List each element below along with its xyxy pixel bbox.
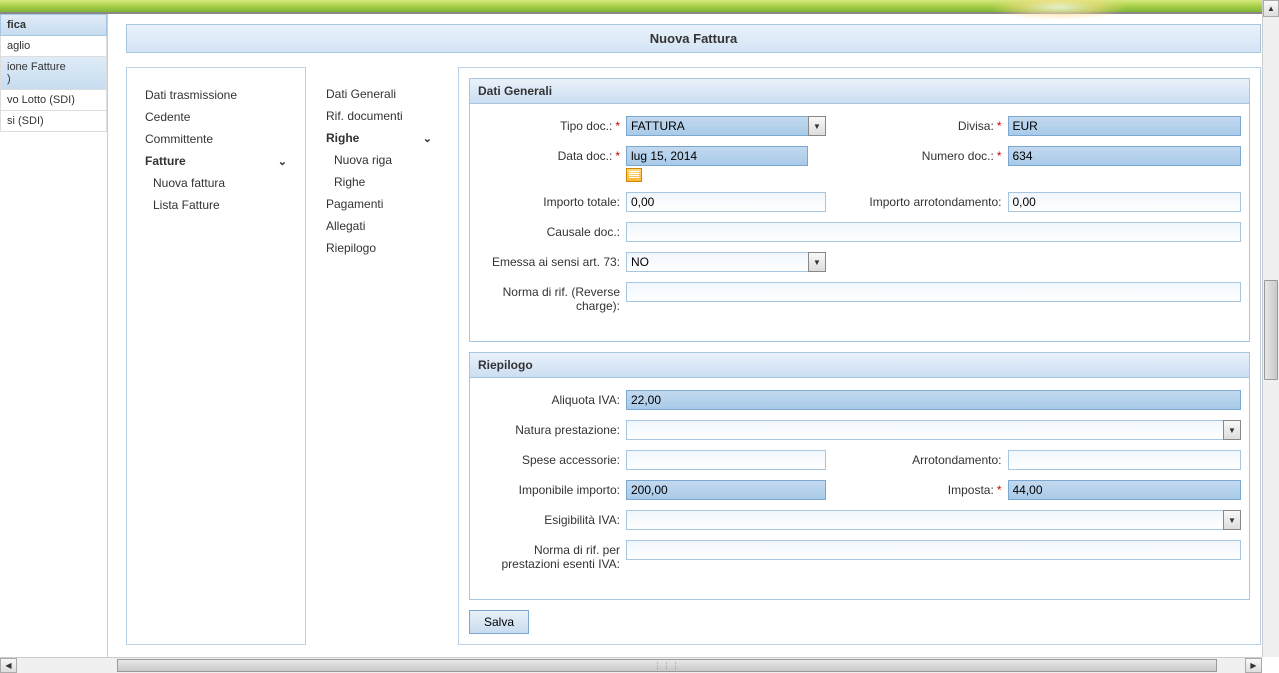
input-emessa[interactable] [626,252,809,272]
nav-pagamenti[interactable]: Pagamenti [326,193,432,215]
vertical-scrollbar[interactable]: ▲ [1262,0,1279,657]
input-importo-totale[interactable] [626,192,826,212]
sidebar-item[interactable]: ione Fatture) [0,57,107,90]
sidebar-item[interactable]: vo Lotto (SDI) [0,90,107,111]
input-imponibile[interactable] [626,480,826,500]
nav-box-1: Dati trasmissione Cedente Committente Fa… [126,67,306,645]
input-arrot[interactable] [1008,450,1242,470]
label-causale: Causale doc.: [478,222,626,239]
sidebar-item[interactable]: aglio [0,36,107,57]
nav-dati-generali[interactable]: Dati Generali [326,83,432,105]
nav-dati-trasmissione[interactable]: Dati trasmissione [145,84,287,106]
save-button[interactable]: Salva [469,610,529,634]
nav-righe-list[interactable]: Righe [334,171,432,193]
scrollbar-thumb[interactable] [1264,280,1278,380]
dropdown-arrow-icon[interactable]: ▼ [1223,420,1241,440]
chevron-down-icon: ⌄ [278,155,287,168]
input-divisa[interactable] [1008,116,1242,136]
calendar-icon[interactable] [626,168,642,182]
input-numero-doc[interactable] [1008,146,1242,166]
label-spese: Spese accessorie: [478,450,626,467]
label-norma-rif: Norma di rif. per prestazioni esenti IVA… [478,540,626,571]
label-imponibile: Imponibile importo: [478,480,626,497]
input-imposta[interactable] [1008,480,1242,500]
label-emessa: Emessa ai sensi art. 73: [478,252,626,269]
nav-lista-fatture[interactable]: Lista Fatture [153,194,287,216]
input-norma[interactable] [626,282,1241,302]
nav-committente[interactable]: Committente [145,128,287,150]
label-importo-arr: Importo arrotondamento: [860,192,1008,209]
input-norma-rif[interactable] [626,540,1241,560]
left-sidebar: fica aglio ione Fatture) vo Lotto (SDI) … [0,14,108,673]
label-aliquota: Aliquota IVA: [478,390,626,407]
panel-header: Riepilogo [470,353,1249,378]
scrollbar-thumb[interactable]: ⋮⋮⋮ [117,659,1217,672]
dropdown-arrow-icon[interactable]: ▼ [1223,510,1241,530]
panel-header: Dati Generali [470,79,1249,104]
label-numero-doc: Numero doc.:* [860,146,1008,163]
chevron-down-icon: ⌄ [423,132,432,145]
nav-fatture[interactable]: Fatture⌄ [145,150,287,172]
panel-dati-generali: Dati Generali Tipo doc.:* ▼ [469,78,1250,342]
label-importo-totale: Importo totale: [478,192,626,209]
input-esigibilita[interactable] [626,510,1224,530]
input-causale[interactable] [626,222,1241,242]
horizontal-scrollbar[interactable]: ◀ ⋮⋮⋮ ▶ [0,657,1262,673]
label-norma: Norma di rif. (Reverse charge): [478,282,626,313]
nav-nuova-fattura[interactable]: Nuova fattura [153,172,287,194]
label-natura: Natura prestazione: [478,420,626,437]
input-importo-arr[interactable] [1008,192,1242,212]
scroll-right-icon[interactable]: ▶ [1245,658,1262,673]
sidebar-header: fica [0,14,107,36]
top-gradient-bar [0,0,1279,14]
label-divisa: Divisa:* [860,116,1008,133]
input-spese[interactable] [626,450,826,470]
nav-riepilogo[interactable]: Riepilogo [326,237,432,259]
label-esigibilita: Esigibilità IVA: [478,510,626,527]
label-arrot: Arrotondamento: [860,450,1008,467]
nav-box-2: Dati Generali Rif. documenti Righe⌄ Nuov… [322,67,442,645]
nav-rif-documenti[interactable]: Rif. documenti [326,105,432,127]
scroll-up-icon[interactable]: ▲ [1263,0,1279,17]
label-tipo-doc: Tipo doc.:* [478,116,626,133]
input-tipo-doc[interactable] [626,116,809,136]
nav-allegati[interactable]: Allegati [326,215,432,237]
nav-nuova-riga[interactable]: Nuova riga [334,149,432,171]
form-area: Dati Generali Tipo doc.:* ▼ [458,67,1261,645]
page-title: Nuova Fattura [126,24,1261,53]
input-data-doc[interactable] [626,146,808,166]
input-natura[interactable] [626,420,1224,440]
input-aliquota[interactable] [626,390,1241,410]
dropdown-arrow-icon[interactable]: ▼ [808,252,826,272]
nav-cedente[interactable]: Cedente [145,106,287,128]
panel-riepilogo: Riepilogo Aliquota IVA: Natura prestazio… [469,352,1250,600]
sidebar-item[interactable]: si (SDI) [0,111,107,132]
nav-righe[interactable]: Righe⌄ [326,127,432,149]
scroll-left-icon[interactable]: ◀ [0,658,17,673]
dropdown-arrow-icon[interactable]: ▼ [808,116,826,136]
label-imposta: Imposta:* [860,480,1008,497]
label-data-doc: Data doc.:* [478,146,626,163]
